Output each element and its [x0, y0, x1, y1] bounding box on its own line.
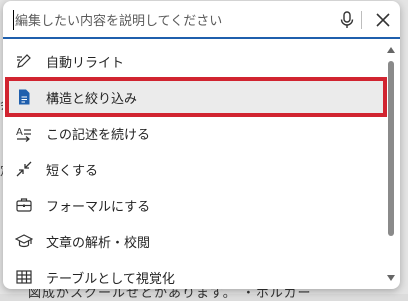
menu-item-shorten[interactable]: 短くする: [7, 151, 385, 187]
menu-item-label: 短くする: [46, 164, 99, 179]
toolbar-divider: [361, 11, 362, 29]
svg-text:A: A: [16, 127, 23, 138]
text-caret: [13, 10, 14, 30]
microphone-icon: [340, 11, 354, 28]
rewrite-popup: 自動リライト 構造と絞り込み A: [3, 1, 400, 289]
prompt-input[interactable]: [13, 9, 335, 33]
rewrite-pen-icon: [17, 54, 31, 68]
menu-item-label: 文章の解析・校閲: [46, 236, 151, 251]
menu-item-label: 構造と絞り込み: [46, 92, 138, 107]
shrink-arrows-icon: [16, 161, 32, 177]
menu-item-label: テーブルとして視覚化: [46, 272, 175, 287]
vertical-scrollbar[interactable]: [386, 45, 396, 285]
close-button[interactable]: [371, 8, 395, 32]
scroll-up-button[interactable]: [386, 45, 396, 55]
close-icon: [376, 13, 390, 27]
continue-text-icon: A: [16, 127, 31, 142]
menu-item-auto-rewrite[interactable]: 自動リライト: [7, 43, 385, 79]
triangle-up-icon: [387, 47, 395, 53]
menu-item-make-formal[interactable]: フォーマルにする: [7, 187, 385, 223]
scrollbar-thumb[interactable]: [388, 61, 394, 236]
triangle-down-icon: [387, 275, 395, 281]
briefcase-icon: [16, 198, 32, 212]
graduation-cap-icon: [15, 234, 33, 248]
menu-item-continue-writing[interactable]: A この記述を続ける: [7, 115, 385, 151]
microphone-button[interactable]: [335, 8, 359, 32]
menu-item-label: この記述を続ける: [46, 128, 151, 143]
prompt-bar: [3, 1, 400, 39]
menu-item-label: フォーマルにする: [46, 200, 151, 215]
scroll-down-button[interactable]: [386, 273, 396, 283]
menu-item-visualize-table[interactable]: テーブルとして視覚化: [7, 259, 385, 289]
menu-item-structure-and-refine[interactable]: 構造と絞り込み: [5, 77, 387, 117]
menu-item-analyze-proofread[interactable]: 文章の解析・校閲: [7, 223, 385, 259]
document-icon: [19, 89, 30, 105]
menu-item-label: 自動リライト: [46, 56, 125, 71]
table-icon: [16, 270, 32, 284]
